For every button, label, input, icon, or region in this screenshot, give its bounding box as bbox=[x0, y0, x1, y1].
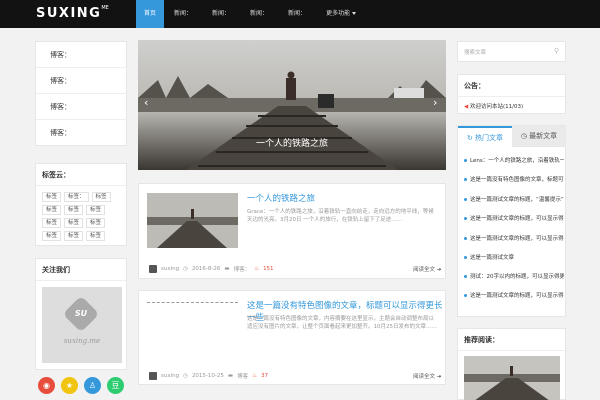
tag-cloud: 标签云： 标签 标签： 标签 标签 标签 标签 标签 标签 标签 标签 标签 标… bbox=[35, 163, 127, 246]
follow-us-title: 关注我们 bbox=[36, 259, 126, 281]
post-author[interactable]: suxing bbox=[161, 373, 179, 379]
nav-news-3[interactable]: 新闻： bbox=[240, 0, 278, 28]
post-author[interactable]: suxing bbox=[161, 266, 179, 272]
main-nav: 首页 新闻： 新闻： 新闻： 新闻： 更多功能 bbox=[136, 0, 366, 28]
read-more-link[interactable]: 阅读全文 ➜ bbox=[413, 265, 441, 273]
tag-cloud-title: 标签云： bbox=[36, 164, 126, 186]
logo-badge-text: SU bbox=[74, 309, 88, 318]
list-item[interactable]: 这是一篇没有特色图像的文章，标题可以显示得更长一些 bbox=[464, 175, 564, 183]
post-date: 2015-10-25 bbox=[191, 373, 224, 379]
divider-line bbox=[147, 302, 238, 303]
post-excerpt: Grace：一个人的铁路之旅，沿着铁轨一直向前走，走向远方的地平线，等候天边的光… bbox=[247, 209, 434, 223]
recommend-panel: 推荐阅读： bbox=[457, 328, 566, 400]
recommend-thumbnail[interactable] bbox=[464, 356, 560, 400]
top-navbar: SUXINGME 首页 新闻： 新闻： 新闻： 新闻： 更多功能 bbox=[0, 0, 600, 28]
post-card: 这是一篇没有特色图像的文章，标题可以显示得更长一些 这是一篇没有特色图像的文章，… bbox=[138, 290, 446, 385]
tag[interactable]: 标签 bbox=[42, 231, 62, 241]
post-excerpt: 这是一篇没有特色图像的文章，内容摘要在这里显示。主题会自动调整布局以适应没有图片… bbox=[247, 316, 437, 330]
star-icon[interactable]: ★ bbox=[61, 377, 78, 394]
tag[interactable]: 标签 bbox=[91, 192, 111, 202]
post-meta: suxing ◷ 2015-10-25 ▬ 博客 ♨ 37 bbox=[149, 372, 268, 380]
post-meta: suxing ◷ 2016-8-26 ▬ 博客： ♨ 151 bbox=[149, 265, 274, 273]
post-card: 一个人的铁路之旅 Grace：一个人的铁路之旅，沿着铁轨一直向前走，走向远方的地… bbox=[138, 183, 446, 279]
arrow-circle-icon: ➜ bbox=[436, 374, 442, 380]
avatar bbox=[149, 372, 157, 380]
tag-list: 标签 标签： 标签 标签 标签 标签 标签 标签 标签 标签 标签 标签 bbox=[36, 186, 124, 244]
chevron-down-icon bbox=[352, 12, 357, 15]
tag[interactable]: 标签 bbox=[64, 205, 84, 215]
follow-us-panel: 关注我们 SU suxing.me bbox=[35, 258, 127, 370]
refresh-icon: ↻ bbox=[466, 134, 473, 142]
nav-more-dropdown[interactable]: 更多功能 bbox=[316, 0, 366, 28]
left-menu-item[interactable]: 博客： bbox=[36, 42, 126, 68]
notice-title: 公告： bbox=[458, 75, 565, 97]
tag[interactable]: 标签 bbox=[86, 218, 106, 228]
user-icon[interactable]: ♙ bbox=[84, 377, 101, 394]
list-item[interactable]: Lens：一个人的铁路之旅，沿着铁轨一直向前走向远方 bbox=[464, 156, 564, 164]
site-logo[interactable]: SUXINGME bbox=[36, 5, 109, 21]
recommend-title: 推荐阅读： bbox=[458, 329, 565, 351]
tag[interactable]: 标签 bbox=[64, 231, 84, 241]
left-menu-item[interactable]: 博客： bbox=[36, 120, 126, 146]
weibo-icon[interactable]: ◉ bbox=[38, 377, 55, 394]
clock-icon: ◷ bbox=[183, 266, 188, 272]
flame-icon: ♨ bbox=[254, 266, 260, 272]
slider-prev-arrow-icon[interactable]: ‹ bbox=[144, 96, 148, 109]
tag[interactable]: 标签 bbox=[42, 218, 62, 228]
tag[interactable]: 标签 bbox=[86, 205, 106, 215]
read-more-link[interactable]: 阅读全文 ➜ bbox=[413, 372, 441, 380]
nav-home[interactable]: 首页 bbox=[136, 0, 164, 28]
arrow-circle-icon: ➜ bbox=[436, 267, 442, 273]
notice-item[interactable]: ◀ 欢迎访问本站(11/03) bbox=[464, 102, 523, 110]
left-menu: 博客： 博客： 博客： 博客： bbox=[35, 41, 127, 146]
list-item[interactable]: 这是一篇测试文章的标题，可以显示得更长一些内容 bbox=[464, 234, 564, 242]
douban-icon[interactable]: 豆 bbox=[107, 377, 124, 394]
hero-slider[interactable]: ‹ › 一个人的铁路之旅 bbox=[138, 40, 446, 170]
tag[interactable]: 标签 bbox=[42, 192, 62, 202]
list-item[interactable]: 这是一篇测试文章的标题，“温馨提示”可以显示在这里 bbox=[464, 195, 564, 203]
qr-code-image: SU suxing.me bbox=[42, 287, 122, 363]
left-menu-item[interactable]: 博客： bbox=[36, 68, 126, 94]
nav-news-4[interactable]: 新闻： bbox=[278, 0, 316, 28]
speaker-icon: ◀ bbox=[464, 104, 469, 110]
tag[interactable]: 标签 bbox=[42, 205, 62, 215]
list-item[interactable]: 测试：20字以内的标题，可以显示得更长一些的内容 bbox=[464, 272, 564, 280]
slider-caption[interactable]: 一个人的铁路之旅 bbox=[138, 136, 446, 149]
list-item[interactable]: 这是一篇测试文章 bbox=[464, 253, 564, 261]
slider-image bbox=[138, 40, 446, 170]
post-likes: 151 bbox=[263, 266, 274, 272]
list-item[interactable]: 这是一篇测试文章的标题，可以显示得更长一些内容 bbox=[464, 214, 564, 222]
article-tabs-panel: ↻ 热门文章 ◷ 最新文章 Lens：一个人的铁路之旅，沿着铁轨一直向前走向远方… bbox=[457, 125, 566, 317]
tag[interactable]: 标签 bbox=[64, 218, 84, 228]
nav-news-2[interactable]: 新闻： bbox=[202, 0, 240, 28]
post-date: 2016-8-26 bbox=[191, 266, 221, 272]
folder-icon: ▬ bbox=[224, 266, 230, 272]
search-box[interactable]: 搜索文章 ⚲ bbox=[457, 41, 566, 62]
search-icon[interactable]: ⚲ bbox=[554, 47, 559, 55]
tab-hot[interactable]: ↻ 热门文章 bbox=[458, 126, 512, 147]
tab-bar: ↻ 热门文章 ◷ 最新文章 bbox=[458, 126, 566, 147]
tag[interactable]: 标签： bbox=[64, 192, 89, 202]
tab-latest[interactable]: ◷ 最新文章 bbox=[512, 126, 566, 147]
post-thumbnail[interactable] bbox=[147, 193, 238, 248]
post-likes: 37 bbox=[261, 373, 269, 379]
notice-panel: 公告： ◀ 欢迎访问本站(11/03) bbox=[457, 74, 566, 114]
nav-news-1[interactable]: 新闻： bbox=[164, 0, 202, 28]
tag[interactable]: 标签 bbox=[86, 231, 106, 241]
avatar bbox=[149, 265, 157, 273]
list-item[interactable]: 这是一篇测试文章的标题，可以显示得更长一些 bbox=[464, 291, 564, 299]
post-category[interactable]: 博客： bbox=[234, 265, 251, 273]
flame-icon: ♨ bbox=[252, 373, 258, 379]
folder-icon: ▬ bbox=[227, 373, 234, 379]
qr-caption: suxing.me bbox=[63, 337, 101, 345]
clock-icon: ◷ bbox=[183, 373, 188, 379]
post-category[interactable]: 博客 bbox=[237, 372, 248, 380]
search-input[interactable]: 搜索文章 bbox=[464, 48, 486, 56]
left-menu-item[interactable]: 博客： bbox=[36, 94, 126, 120]
post-title[interactable]: 一个人的铁路之旅 bbox=[247, 192, 315, 204]
slider-next-arrow-icon[interactable]: › bbox=[433, 96, 437, 109]
clock-icon: ◷ bbox=[520, 132, 527, 140]
